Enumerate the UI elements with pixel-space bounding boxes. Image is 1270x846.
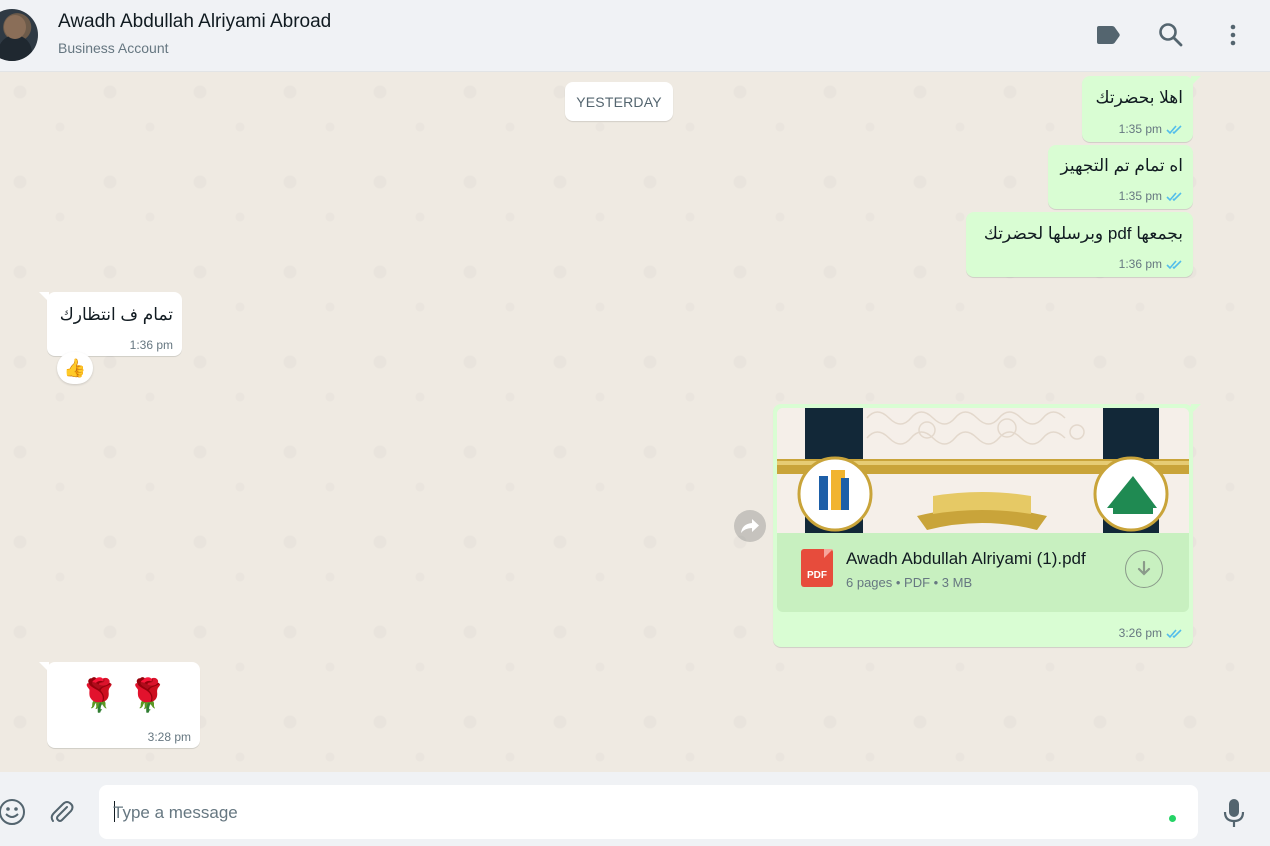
- contact-subtitle: Business Account: [58, 40, 169, 56]
- double-check-icon: [1166, 191, 1184, 202]
- message-bubble[interactable]: 🌹 🌹 3:28 pm: [39, 662, 200, 748]
- message-meta: 1:35 pm: [1119, 189, 1184, 203]
- message-meta: 1:35 pm: [1119, 122, 1184, 136]
- double-check-icon: [1166, 628, 1184, 639]
- emoji-icon: [0, 799, 25, 825]
- document-file-name: Awadh Abdullah Alriyami (1).pdf: [846, 549, 1086, 568]
- message-time: 1:36 pm: [1118, 257, 1162, 271]
- message-bubble[interactable]: اهلا بحضرتك 1:35 pm: [1082, 76, 1201, 142]
- message-meta: 1:36 pm: [130, 338, 173, 352]
- message-text: اه تمام تم التجهيز: [1060, 156, 1183, 175]
- thumbs-up-reaction[interactable]: 👍: [57, 352, 93, 384]
- message-bubble[interactable]: بجمعها pdf وبرسلها لحضرتك 1:36 pm: [966, 212, 1193, 277]
- document-file-info: 6 pages • PDF • 3 MB: [846, 575, 973, 590]
- message-composer[interactable]: [99, 785, 1198, 841]
- message-text: بجمعها pdf وبرسلها لحضرتك: [983, 224, 1183, 243]
- document-message[interactable]: PDF Awadh Abdullah Alriyami (1).pdf 6 pa…: [773, 404, 1201, 647]
- message-meta: 3:26 pm: [1119, 626, 1184, 640]
- document-file-row[interactable]: PDF Awadh Abdullah Alriyami (1).pdf 6 pa…: [777, 533, 1189, 612]
- message-meta: 3:28 pm: [148, 730, 191, 744]
- message-list[interactable]: YESTERDAY اهلا بحضرتك 1:35 pm اه تمام تم…: [0, 72, 1270, 772]
- search-icon: [1159, 23, 1183, 47]
- attach-icon: [50, 801, 74, 822]
- message-input[interactable]: [111, 785, 1155, 841]
- menu-icon: [1230, 24, 1236, 46]
- attach-button[interactable]: [45, 796, 77, 828]
- message-text: اهلا بحضرتك: [1095, 88, 1183, 107]
- download-button[interactable]: [1125, 550, 1163, 588]
- chat-header: Awadh Abdullah Alriyami Abroad Business …: [0, 0, 1270, 72]
- voice-message-button[interactable]: [1218, 796, 1250, 830]
- emoji-button[interactable]: [0, 796, 28, 828]
- mic-icon: [1223, 799, 1245, 827]
- pdf-icon: PDF: [801, 549, 833, 587]
- menu-button[interactable]: [1218, 20, 1248, 50]
- message-text: تمام ف انتظارك: [59, 305, 173, 324]
- message-text: 🌹 🌹: [79, 677, 168, 713]
- message-time: 1:35 pm: [1118, 189, 1162, 203]
- message-time: 3:28 pm: [147, 730, 191, 744]
- document-thumbnail: [777, 408, 1189, 533]
- download-icon: [1137, 561, 1151, 576]
- search-button[interactable]: [1156, 20, 1186, 50]
- message-meta: 1:36 pm: [1119, 257, 1184, 271]
- message-time: 1:35 pm: [1118, 122, 1162, 136]
- message-bubble[interactable]: تمام ف انتظارك 1:36 pm: [39, 292, 182, 356]
- status-dot: [1169, 815, 1176, 822]
- label-button[interactable]: [1093, 20, 1123, 50]
- contact-name[interactable]: Awadh Abdullah Alriyami Abroad: [58, 11, 331, 33]
- forward-button[interactable]: [734, 510, 766, 542]
- composer-bar: [0, 772, 1270, 846]
- double-check-icon: [1166, 259, 1184, 270]
- message-time: 1:36 pm: [129, 338, 173, 352]
- contact-avatar[interactable]: [0, 9, 38, 61]
- message-time: 3:26 pm: [1118, 626, 1162, 640]
- label-icon: [1097, 26, 1120, 44]
- forward-icon: [741, 519, 759, 533]
- date-divider: YESTERDAY: [565, 82, 673, 121]
- double-check-icon: [1166, 124, 1184, 135]
- document-preview[interactable]: [777, 408, 1189, 533]
- message-bubble[interactable]: اه تمام تم التجهيز 1:35 pm: [1048, 145, 1193, 209]
